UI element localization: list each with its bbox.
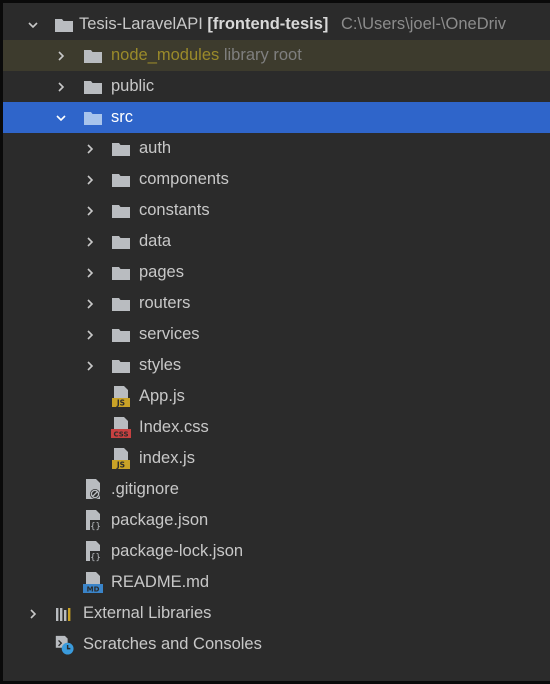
tree-row-external-libraries[interactable]: External Libraries	[3, 598, 550, 629]
file-label: package.json	[111, 511, 209, 529]
folder-label: pages	[139, 263, 184, 281]
folder-icon	[111, 226, 131, 257]
chevron-down-icon[interactable]	[54, 102, 68, 133]
folder-label: data	[139, 232, 172, 250]
javascript-file-icon: JS	[111, 381, 131, 412]
node-modules-label: node_modules	[111, 46, 220, 64]
svg-text:JS: JS	[116, 398, 125, 407]
folder-label: components	[139, 170, 229, 188]
folder-icon	[111, 288, 131, 319]
chevron-right-icon[interactable]	[54, 40, 68, 71]
tree-row-file[interactable]: .gitignore	[3, 474, 550, 505]
project-path: C:\Users\joel-\OneDriv	[341, 15, 507, 33]
gitignore-file-icon	[83, 474, 103, 505]
folder-icon	[83, 40, 103, 71]
folder-label-src: src	[111, 108, 133, 126]
tree-row-folder[interactable]: components	[3, 164, 550, 195]
chevron-right-icon[interactable]	[83, 350, 97, 381]
chevron-right-icon[interactable]	[54, 71, 68, 102]
folder-label-public: public	[111, 77, 155, 95]
chevron-right-icon[interactable]	[83, 288, 97, 319]
file-label: Index.css	[139, 418, 209, 436]
svg-text:CSS: CSS	[113, 430, 128, 438]
project-tool-window: Tesis-LaravelAPI [frontend-tesis] C:\Use…	[0, 0, 550, 684]
folder-icon	[111, 164, 131, 195]
external-libraries-label: External Libraries	[83, 604, 212, 622]
chevron-right-icon[interactable]	[83, 257, 97, 288]
tree-row-public[interactable]: public	[3, 71, 550, 102]
tree-row-file[interactable]: {} package.json	[3, 505, 550, 536]
folder-label: auth	[139, 139, 172, 157]
tree-row-folder[interactable]: services	[3, 319, 550, 350]
tree-row-file[interactable]: JS App.js	[3, 381, 550, 412]
chevron-right-icon[interactable]	[83, 133, 97, 164]
folder-icon	[111, 257, 131, 288]
markdown-file-icon: MD	[83, 567, 103, 598]
folder-icon	[54, 9, 74, 40]
scratches-icon	[54, 629, 74, 660]
tree-row-node-modules[interactable]: node_modules library root	[3, 40, 550, 71]
file-label: README.md	[111, 573, 210, 591]
tree-row-project-root[interactable]: Tesis-LaravelAPI [frontend-tesis] C:\Use…	[3, 9, 550, 40]
javascript-file-icon: JS	[111, 443, 131, 474]
chevron-right-icon[interactable]	[83, 195, 97, 226]
project-tree: Tesis-LaravelAPI [frontend-tesis] C:\Use…	[3, 9, 550, 660]
folder-icon	[111, 133, 131, 164]
file-label: .gitignore	[111, 480, 179, 498]
folder-icon	[111, 195, 131, 226]
tree-row-file[interactable]: {} package-lock.json	[3, 536, 550, 567]
tree-row-folder[interactable]: constants	[3, 195, 550, 226]
folder-label: constants	[139, 201, 210, 219]
tree-row-file[interactable]: MD README.md	[3, 567, 550, 598]
folder-label: routers	[139, 294, 191, 312]
tree-row-folder[interactable]: auth	[3, 133, 550, 164]
svg-text:MD: MD	[87, 585, 100, 593]
css-file-icon: CSS	[111, 412, 131, 443]
library-icon	[54, 598, 74, 629]
json-file-icon: {}	[83, 536, 103, 567]
file-label: index.js	[139, 449, 195, 467]
folder-label: styles	[139, 356, 182, 374]
tree-row-file[interactable]: JS index.js	[3, 443, 550, 474]
chevron-down-icon[interactable]	[26, 9, 40, 40]
tree-row-scratches[interactable]: Scratches and Consoles	[3, 629, 550, 660]
tree-row-folder[interactable]: styles	[3, 350, 550, 381]
chevron-right-icon[interactable]	[83, 319, 97, 350]
source-folder-icon	[83, 102, 103, 133]
tree-row-file[interactable]: CSS Index.css	[3, 412, 550, 443]
svg-text:JS: JS	[116, 460, 125, 469]
chevron-right-icon[interactable]	[83, 226, 97, 257]
tree-row-folder[interactable]: routers	[3, 288, 550, 319]
project-name: Tesis-LaravelAPI	[79, 15, 203, 33]
json-file-icon: {}	[83, 505, 103, 536]
file-label: package-lock.json	[111, 542, 244, 560]
svg-text:{}: {}	[90, 553, 101, 563]
library-root-tag: library root	[223, 46, 302, 64]
file-label: App.js	[139, 387, 185, 405]
svg-text:{}: {}	[90, 522, 101, 532]
tree-row-folder[interactable]: pages	[3, 257, 550, 288]
scratches-label: Scratches and Consoles	[83, 635, 262, 653]
chevron-right-icon[interactable]	[83, 164, 97, 195]
tree-row-src[interactable]: src	[3, 102, 550, 133]
tree-row-folder[interactable]: data	[3, 226, 550, 257]
module-name: [frontend-tesis]	[207, 15, 329, 33]
folder-icon	[111, 319, 131, 350]
chevron-right-icon[interactable]	[26, 598, 40, 629]
folder-icon	[111, 350, 131, 381]
folder-label: services	[139, 325, 200, 343]
folder-icon	[83, 71, 103, 102]
